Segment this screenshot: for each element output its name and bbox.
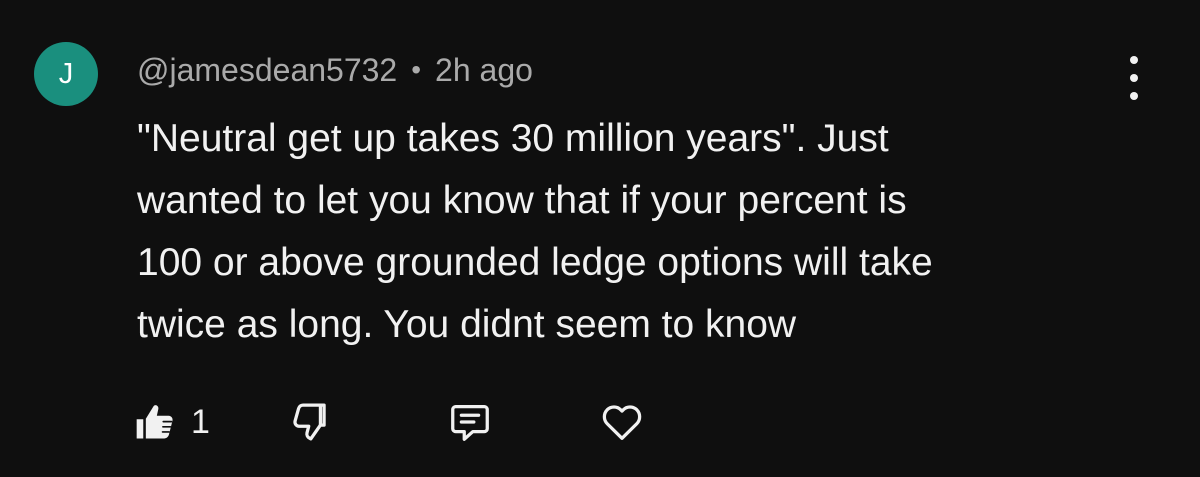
comment-thread: J @jamesdean5732 • 2h ago "Neutral get u… [0,0,1200,477]
avatar-letter: J [58,57,74,90]
comment-text-line: twice as long. You didnt seem to know [137,303,797,346]
dislike-button[interactable] [289,399,335,445]
heart-icon [602,405,642,440]
thumbs-down-icon [293,403,326,441]
comment-text: "Neutral get up takes 30 million years".… [137,108,1117,356]
comment-header: @jamesdean5732 • 2h ago [137,50,533,90]
comment-actions: 1 [133,396,645,448]
avatar[interactable]: J [34,42,98,106]
comment-text-line: 100 or above grounded ledge options will… [137,241,933,284]
more-vert-icon[interactable] [1118,56,1150,100]
comment-timestamp[interactable]: 2h ago [435,52,533,89]
header-separator: • [411,54,422,85]
comment-text-line: "Neutral get up takes 30 million years".… [137,117,889,160]
heart-button[interactable] [599,399,645,445]
thumbs-up-icon [136,405,173,439]
reply-comment-icon [451,405,489,441]
reply-button[interactable] [447,399,493,445]
like-count: 1 [191,402,210,441]
like-button[interactable]: 1 [133,400,229,444]
author-handle[interactable]: @jamesdean5732 [137,52,397,89]
comment-text-line: wanted to let you know that if your perc… [137,179,907,222]
